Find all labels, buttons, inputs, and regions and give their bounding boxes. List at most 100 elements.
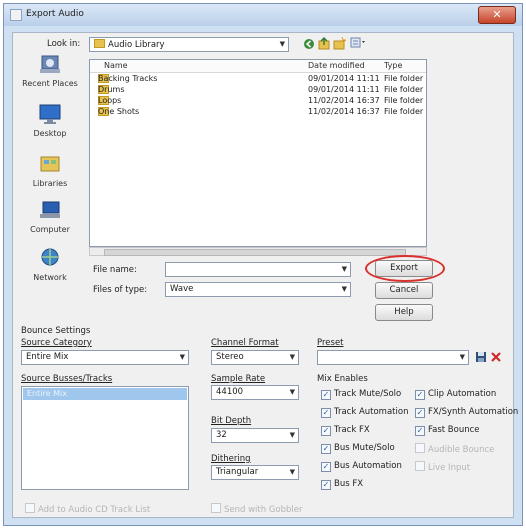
- chevron-down-icon: ▼: [341, 265, 347, 273]
- file-type: File folder: [384, 85, 424, 94]
- checkbox-label: Fast Bounce: [428, 425, 480, 435]
- network-icon: [41, 248, 59, 266]
- file-row[interactable]: Backing Tracks 09/01/2014 11:11 File fol…: [90, 74, 426, 85]
- file-type: File folder: [384, 96, 424, 105]
- file-type: File folder: [384, 107, 424, 116]
- dithering-value: Triangular: [216, 467, 259, 477]
- scrollbar-thumb[interactable]: [104, 249, 406, 256]
- title-bar: Export Audio ✕: [4, 4, 522, 26]
- live-input-checkbox[interactable]: Live Input: [415, 461, 470, 473]
- checkbox-label: Track Mute/Solo: [334, 389, 402, 399]
- bit-depth-label: Bit Depth: [211, 416, 252, 426]
- dithering-select[interactable]: Triangular ▼: [211, 465, 299, 480]
- column-type[interactable]: Type: [384, 61, 402, 70]
- checkbox-box: [25, 503, 35, 513]
- fast-bounce-checkbox[interactable]: ✓ Fast Bounce: [415, 425, 480, 436]
- highlight-circle: [365, 255, 445, 282]
- checkbox-label: Live Input: [428, 463, 471, 473]
- check-icon: ✓: [321, 480, 331, 490]
- add-to-cd-checkbox[interactable]: Add to Audio CD Track List: [25, 503, 150, 515]
- file-name: Drums: [98, 85, 125, 94]
- bus-fx-checkbox[interactable]: ✓ Bus FX: [321, 479, 363, 490]
- delete-preset-icon[interactable]: [490, 351, 502, 363]
- place-computer[interactable]: Computer: [19, 199, 81, 234]
- help-button[interactable]: Help: [375, 304, 433, 321]
- source-category-value: Entire Mix: [26, 352, 69, 362]
- dialog-client-area: Look in: Audio Library ▼ Recent Places D…: [12, 32, 518, 518]
- channel-format-select[interactable]: Stereo ▼: [211, 350, 299, 365]
- file-list[interactable]: Name Date modified Type Backing Tracks 0…: [89, 59, 427, 247]
- file-row[interactable]: Drums 09/01/2014 11:11 File folder: [90, 85, 426, 96]
- folder-icon: [94, 39, 105, 48]
- fx-synth-automation-checkbox[interactable]: ✓ FX/Synth Automation: [415, 407, 518, 418]
- lookin-combo[interactable]: Audio Library ▼: [89, 37, 289, 52]
- filetype-select[interactable]: Wave ▼: [165, 282, 351, 297]
- checkbox-label: FX/Synth Automation: [428, 407, 519, 417]
- lookin-value: Audio Library: [108, 40, 165, 50]
- track-mute-solo-checkbox[interactable]: ✓ Track Mute/Solo: [321, 389, 401, 400]
- send-gobbler-checkbox[interactable]: Send with Gobbler: [211, 503, 303, 515]
- clip-automation-checkbox[interactable]: ✓ Clip Automation: [415, 389, 496, 400]
- save-preset-icon[interactable]: [475, 351, 487, 363]
- file-row[interactable]: Loops 11/02/2014 16:37 File folder: [90, 96, 426, 107]
- file-date: 11/02/2014 16:37: [308, 96, 380, 105]
- recent-places-icon: [40, 55, 60, 73]
- file-row[interactable]: One Shots 11/02/2014 16:37 File folder: [90, 107, 426, 118]
- place-label: Network: [33, 273, 67, 282]
- bus-mute-solo-checkbox[interactable]: ✓ Bus Mute/Solo: [321, 443, 395, 454]
- horizontal-scrollbar[interactable]: [89, 247, 427, 256]
- file-name: Backing Tracks: [98, 74, 158, 83]
- check-icon: ✓: [321, 408, 331, 418]
- filename-input[interactable]: ▼: [165, 262, 351, 277]
- check-icon: ✓: [321, 462, 331, 472]
- file-date: 11/02/2014 16:37: [308, 107, 380, 116]
- chevron-down-icon: ▼: [289, 431, 295, 439]
- lookin-label: Look in:: [47, 39, 81, 49]
- chevron-down-icon: ▼: [289, 468, 295, 476]
- bit-depth-select[interactable]: 32 ▼: [211, 428, 299, 443]
- track-automation-checkbox[interactable]: ✓ Track Automation: [321, 407, 408, 418]
- mix-enables-label: Mix Enables: [317, 374, 368, 384]
- close-button[interactable]: ✕: [478, 6, 516, 24]
- channel-format-label: Channel Format: [211, 338, 279, 348]
- check-icon: ✓: [415, 426, 425, 436]
- place-desktop[interactable]: Desktop: [19, 103, 81, 138]
- chevron-down-icon: ▼: [341, 285, 347, 293]
- checkbox-box: [211, 503, 221, 513]
- checkbox-label: Add to Audio CD Track List: [38, 505, 151, 515]
- place-network[interactable]: Network: [19, 247, 81, 282]
- up-folder-icon[interactable]: [318, 37, 330, 50]
- file-name: Loops: [98, 96, 122, 105]
- source-busses-list[interactable]: Entire Mix: [21, 386, 189, 490]
- column-name[interactable]: Name: [104, 61, 128, 70]
- back-icon[interactable]: [303, 38, 315, 50]
- place-label: Recent Places: [22, 79, 78, 88]
- source-category-label: Source Category: [21, 338, 92, 348]
- computer-icon: [40, 201, 60, 218]
- check-icon: ✓: [415, 408, 425, 418]
- window-title: Export Audio: [26, 9, 84, 19]
- sample-rate-select[interactable]: 44100 ▼: [211, 385, 299, 400]
- track-fx-checkbox[interactable]: ✓ Track FX: [321, 425, 370, 436]
- cancel-button[interactable]: Cancel: [375, 282, 433, 299]
- column-date-modified[interactable]: Date modified: [308, 61, 365, 70]
- view-menu-icon[interactable]: [350, 37, 368, 49]
- new-folder-icon[interactable]: [333, 37, 346, 50]
- file-date: 09/01/2014 11:11: [308, 85, 380, 94]
- check-icon: ✓: [321, 444, 331, 454]
- export-audio-dialog: Export Audio ✕ Look in: Audio Library ▼ …: [3, 3, 523, 526]
- bus-automation-checkbox[interactable]: ✓ Bus Automation: [321, 461, 402, 472]
- check-icon: ✓: [321, 390, 331, 400]
- place-libraries[interactable]: Libraries: [19, 153, 81, 188]
- place-recent-places[interactable]: Recent Places: [19, 53, 81, 88]
- preset-select[interactable]: ▼: [317, 350, 469, 365]
- chevron-down-icon: ▼: [459, 353, 465, 361]
- checkbox-box: [415, 443, 425, 453]
- file-date: 09/01/2014 11:11: [308, 74, 380, 83]
- audible-bounce-checkbox[interactable]: Audible Bounce: [415, 443, 494, 455]
- source-category-select[interactable]: Entire Mix ▼: [21, 350, 189, 365]
- list-item[interactable]: Entire Mix: [23, 388, 187, 400]
- chevron-down-icon: ▼: [179, 353, 185, 361]
- file-name: One Shots: [98, 107, 140, 116]
- checkbox-label: Bus FX: [334, 479, 364, 489]
